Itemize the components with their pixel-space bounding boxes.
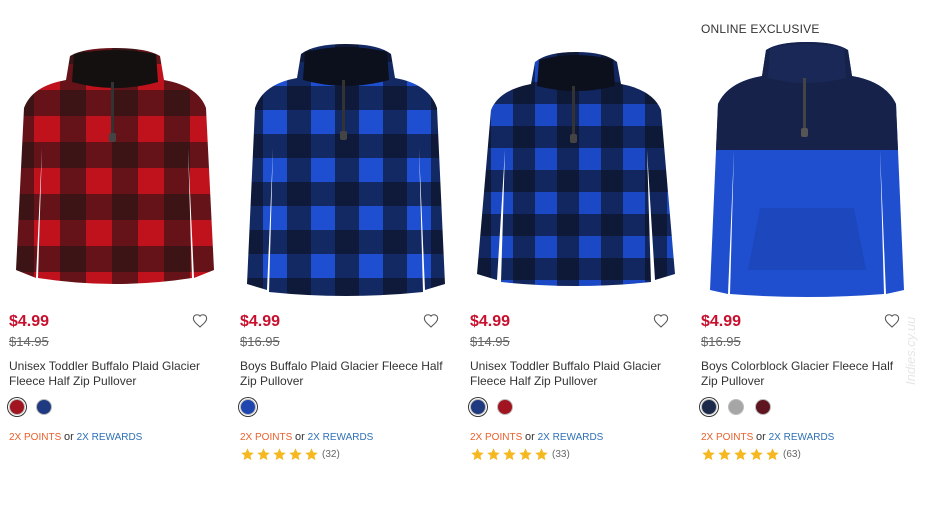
heart-outline-icon[interactable] (192, 313, 208, 329)
rewards-line: 2X POINTS or 2X REWARDS (470, 431, 603, 443)
product-name[interactable]: Unisex Toddler Buffalo Plaid Glacier Fle… (470, 359, 680, 389)
rewards-or: or (756, 431, 766, 443)
product-rating[interactable]: (33) (470, 447, 570, 462)
red-plaid-fleece-pullover-image (16, 48, 214, 284)
star-icon (273, 448, 286, 461)
star-rating (240, 447, 319, 462)
color-swatch[interactable] (240, 399, 256, 415)
star-icon (535, 448, 548, 461)
star-icon (289, 448, 302, 461)
blue-plaid-fleece-pullover-image (477, 52, 675, 286)
online-exclusive-badge: ONLINE EXCLUSIVE (701, 22, 820, 36)
product-card: $4.99 $16.95 Boys Buffalo Plaid Glacier … (239, 0, 461, 507)
watermark: Indies.cy.uu (903, 316, 918, 385)
product-card: $4.99 $14.95 Unisex Toddler Buffalo Plai… (8, 0, 230, 507)
color-swatch[interactable] (755, 399, 771, 415)
product-card: $4.99 $14.95 Unisex Toddler Buffalo Plai… (469, 0, 691, 507)
points-label: 2X POINTS (701, 432, 754, 443)
rewards-label: 2X REWARDS (537, 432, 604, 443)
color-swatches (240, 399, 256, 417)
product-name[interactable]: Boys Colorblock Glacier Fleece Half Zip … (701, 359, 911, 389)
heart-outline-icon[interactable] (653, 313, 669, 329)
original-price: $14.95 (9, 334, 49, 349)
rewards-label: 2X REWARDS (768, 432, 835, 443)
points-label: 2X POINTS (470, 432, 523, 443)
color-swatches (470, 399, 513, 417)
points-label: 2X POINTS (240, 432, 293, 443)
star-icon (718, 448, 731, 461)
rewards-or: or (295, 431, 305, 443)
product-rating[interactable]: (32) (240, 447, 340, 462)
original-price: $16.95 (240, 334, 280, 349)
star-icon (241, 448, 254, 461)
rewards-line: 2X POINTS or 2X REWARDS (9, 431, 142, 443)
product-image[interactable] (239, 38, 453, 300)
color-swatch[interactable] (9, 399, 25, 415)
rewards-label: 2X REWARDS (307, 432, 374, 443)
color-swatch[interactable] (497, 399, 513, 415)
product-image[interactable] (8, 38, 222, 300)
review-count: (33) (552, 449, 570, 460)
sale-price: $4.99 (470, 313, 511, 330)
product-card: ONLINE EXCLUSIVE $4.99 $16.95 Boys Color… (700, 0, 922, 507)
star-icon (702, 448, 715, 461)
star-icon (487, 448, 500, 461)
review-count: (32) (322, 449, 340, 460)
star-icon (734, 448, 747, 461)
rewards-or: or (64, 431, 74, 443)
color-swatches (701, 399, 771, 417)
sale-price: $4.99 (240, 313, 281, 330)
rewards-line: 2X POINTS or 2X REWARDS (240, 431, 373, 443)
heart-outline-icon[interactable] (884, 313, 900, 329)
original-price: $14.95 (470, 334, 510, 349)
star-icon (519, 448, 532, 461)
product-image[interactable] (469, 38, 683, 300)
rewards-or: or (525, 431, 535, 443)
product-grid: $4.99 $14.95 Unisex Toddler Buffalo Plai… (0, 0, 926, 507)
star-icon (766, 448, 779, 461)
rewards-line: 2X POINTS or 2X REWARDS (701, 431, 834, 443)
star-icon (257, 448, 270, 461)
rewards-label: 2X REWARDS (76, 432, 143, 443)
star-icon (503, 448, 516, 461)
original-price: $16.95 (701, 334, 741, 349)
review-count: (63) (783, 449, 801, 460)
heart-outline-icon[interactable] (423, 313, 439, 329)
color-swatch[interactable] (701, 399, 717, 415)
color-swatch[interactable] (36, 399, 52, 415)
star-icon (750, 448, 763, 461)
navy-blue-colorblock-fleece-pullover-image (710, 42, 904, 297)
points-label: 2X POINTS (9, 432, 62, 443)
star-icon (305, 448, 318, 461)
product-name[interactable]: Boys Buffalo Plaid Glacier Fleece Half Z… (240, 359, 450, 389)
product-image[interactable] (700, 38, 914, 300)
color-swatch[interactable] (470, 399, 486, 415)
color-swatch[interactable] (728, 399, 744, 415)
product-rating[interactable]: (63) (701, 447, 801, 462)
star-icon (471, 448, 484, 461)
color-swatches (9, 399, 52, 417)
sale-price: $4.99 (701, 313, 742, 330)
star-rating (470, 447, 549, 462)
blue-plaid-fleece-pullover-image (247, 44, 445, 296)
product-name[interactable]: Unisex Toddler Buffalo Plaid Glacier Fle… (9, 359, 219, 389)
star-rating (701, 447, 780, 462)
sale-price: $4.99 (9, 313, 50, 330)
